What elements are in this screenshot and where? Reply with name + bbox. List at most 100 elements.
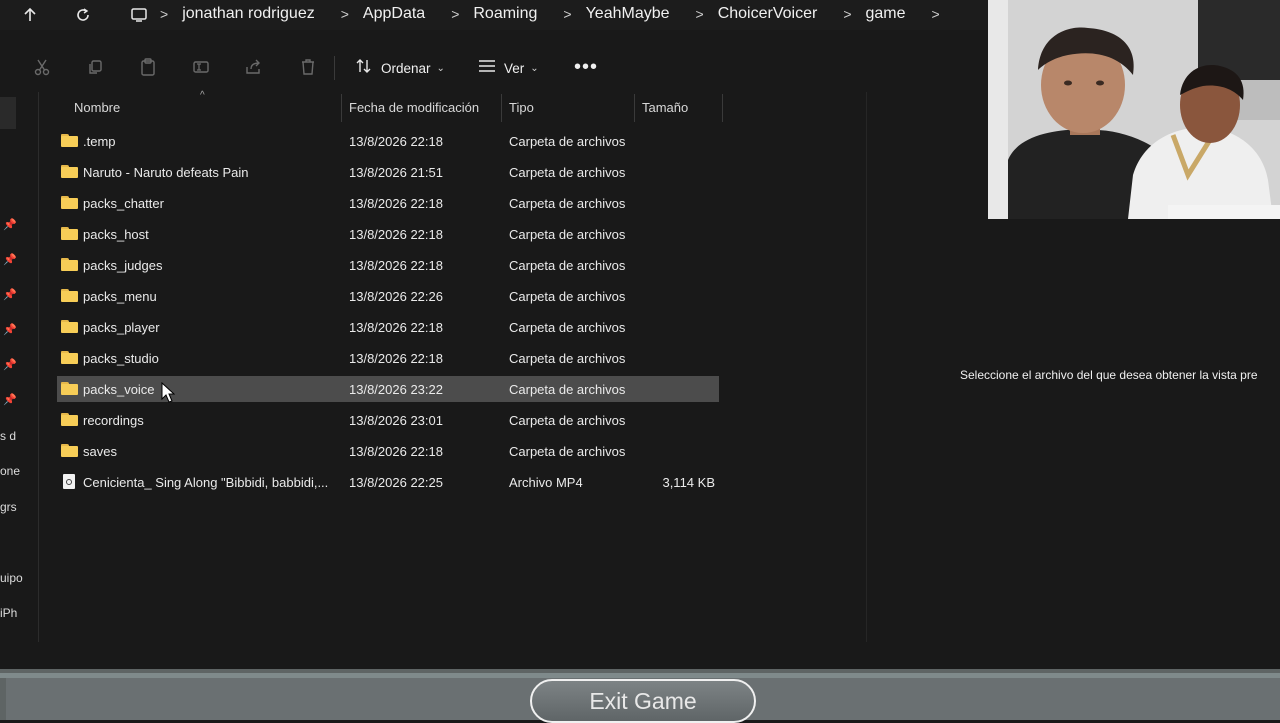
command-bar: Ordenar ⌄ Ver ⌄ ••• — [0, 44, 988, 92]
file-type: Carpeta de archivos — [509, 320, 626, 335]
column-divider[interactable] — [722, 94, 723, 122]
cut-icon[interactable] — [31, 56, 53, 78]
file-date: 13/8/2026 23:22 — [349, 382, 443, 397]
folder-icon — [61, 413, 78, 426]
file-row[interactable]: Naruto - Naruto defeats Pain 13/8/2026 2… — [57, 159, 719, 185]
video-file-icon — [63, 474, 75, 489]
breadcrumb-item[interactable]: > AppData — [341, 5, 451, 23]
column-header-name[interactable]: Nombre — [74, 92, 120, 122]
sort-button[interactable]: Ordenar ⌄ — [355, 53, 445, 83]
file-size: 3,114 KB — [662, 475, 715, 490]
pin-icon: 📌 — [3, 359, 17, 371]
pane-divider[interactable] — [866, 92, 867, 642]
breadcrumb-item[interactable]: > ChoicerVoicer — [696, 5, 844, 23]
file-date: 13/8/2026 22:18 — [349, 444, 443, 459]
navigation-pane: 📌 📌 📌 📌 📌 📌 s d one grs uipo iPh — [0, 92, 39, 642]
file-type: Carpeta de archivos — [509, 289, 626, 304]
file-date: 13/8/2026 22:18 — [349, 258, 443, 273]
pin-icon: 📌 — [3, 394, 17, 406]
folder-icon — [61, 351, 78, 364]
column-headers: ^ Nombre Fecha de modificación Tipo Tama… — [40, 90, 866, 122]
nav-item[interactable]: iPh — [0, 606, 17, 620]
sort-ascending-icon: ^ — [200, 90, 205, 101]
breadcrumb-item[interactable]: > YeahMaybe — [563, 5, 695, 23]
column-header-type[interactable]: Tipo — [509, 92, 534, 122]
chevron-right-icon: > — [340, 6, 349, 22]
chevron-right-icon: > — [563, 6, 572, 22]
mouse-cursor-icon — [161, 381, 176, 409]
up-arrow-icon[interactable] — [16, 2, 44, 28]
file-type: Carpeta de archivos — [509, 382, 626, 397]
folder-icon — [61, 289, 78, 302]
file-row[interactable]: .temp 13/8/2026 22:18 Carpeta de archivo… — [57, 128, 719, 154]
folder-icon — [61, 444, 78, 457]
file-row[interactable]: recordings 13/8/2026 23:01 Carpeta de ar… — [57, 407, 719, 433]
this-pc-icon[interactable] — [125, 2, 153, 28]
file-row[interactable]: packs_host 13/8/2026 22:18 Carpeta de ar… — [57, 221, 719, 247]
view-label: Ver — [504, 60, 525, 76]
file-row[interactable]: packs_chatter 13/8/2026 22:18 Carpeta de… — [57, 190, 719, 216]
sort-label: Ordenar — [381, 60, 431, 76]
file-date: 13/8/2026 21:51 — [349, 165, 443, 180]
more-options-icon[interactable]: ••• — [574, 56, 598, 79]
view-list-icon — [478, 59, 496, 78]
chevron-right-icon: > — [931, 6, 940, 22]
nav-item[interactable]: s d — [0, 429, 16, 443]
file-date: 13/8/2026 22:18 — [349, 196, 443, 211]
file-row[interactable]: packs_judges 13/8/2026 22:18 Carpeta de … — [57, 252, 719, 278]
chevron-right-icon: > — [451, 6, 460, 22]
column-divider[interactable] — [501, 94, 502, 122]
pin-icon: 📌 — [3, 289, 17, 301]
file-name: packs_studio — [83, 351, 159, 366]
file-type: Carpeta de archivos — [509, 351, 626, 366]
file-type: Carpeta de archivos — [509, 165, 626, 180]
file-name: packs_chatter — [83, 196, 164, 211]
breadcrumb-label: YeahMaybe — [585, 5, 670, 22]
file-type: Carpeta de archivos — [509, 444, 626, 459]
nav-item[interactable]: grs — [0, 500, 17, 514]
pin-icon: 📌 — [3, 219, 17, 231]
file-date: 13/8/2026 22:25 — [349, 475, 443, 490]
file-date: 13/8/2026 22:18 — [349, 134, 443, 149]
exit-game-button[interactable]: Exit Game — [530, 679, 756, 723]
folder-icon — [61, 320, 78, 333]
chevron-right-icon: > — [160, 6, 169, 22]
file-name: saves — [83, 444, 117, 459]
file-type: Archivo MP4 — [509, 475, 583, 490]
breadcrumb-expand[interactable]: > — [932, 6, 954, 22]
share-icon[interactable] — [243, 56, 265, 78]
file-row[interactable]: packs_studio 13/8/2026 22:18 Carpeta de … — [57, 345, 719, 371]
nav-item[interactable]: uipo — [0, 571, 23, 585]
column-divider[interactable] — [341, 94, 342, 122]
sort-icon — [355, 58, 373, 79]
file-row[interactable]: packs_menu 13/8/2026 22:26 Carpeta de ar… — [57, 283, 719, 309]
breadcrumb-item[interactable]: > jonathan rodriguez — [160, 5, 341, 23]
rename-icon[interactable] — [190, 56, 212, 78]
column-header-date[interactable]: Fecha de modificación — [349, 92, 479, 122]
nav-selected-item[interactable] — [0, 97, 16, 129]
file-row[interactable]: packs_player 13/8/2026 22:18 Carpeta de … — [57, 314, 719, 340]
breadcrumb-item[interactable]: > game — [843, 5, 931, 23]
toolbar-divider — [334, 56, 335, 80]
chevron-down-icon: ⌄ — [436, 62, 445, 74]
file-date: 13/8/2026 22:26 — [349, 289, 443, 304]
view-button[interactable]: Ver ⌄ — [478, 53, 539, 83]
nav-item[interactable]: one — [0, 464, 20, 478]
paste-icon[interactable] — [137, 56, 159, 78]
breadcrumb-label: Roaming — [473, 5, 538, 22]
file-name: packs_judges — [83, 258, 163, 273]
refresh-icon[interactable] — [69, 2, 97, 28]
file-type: Carpeta de archivos — [509, 196, 626, 211]
file-row[interactable]: saves 13/8/2026 22:18 Carpeta de archivo… — [57, 438, 719, 464]
file-row-selected[interactable]: packs_voice 13/8/2026 23:22 Carpeta de a… — [57, 376, 719, 402]
delete-icon[interactable] — [297, 56, 319, 78]
breadcrumb-item[interactable]: > Roaming — [451, 5, 563, 23]
column-header-size[interactable]: Tamaño — [642, 92, 688, 122]
chevron-right-icon: > — [695, 6, 704, 22]
copy-icon[interactable] — [84, 56, 106, 78]
column-divider[interactable] — [634, 94, 635, 122]
file-row[interactable]: Cenicienta_ Sing Along "Bibbidi, babbidi… — [57, 469, 719, 495]
file-name: packs_host — [83, 227, 149, 242]
address-bar: > jonathan rodriguez > AppData > Roaming > Y… — [0, 0, 988, 30]
chevron-down-icon: ⌄ — [530, 62, 539, 74]
